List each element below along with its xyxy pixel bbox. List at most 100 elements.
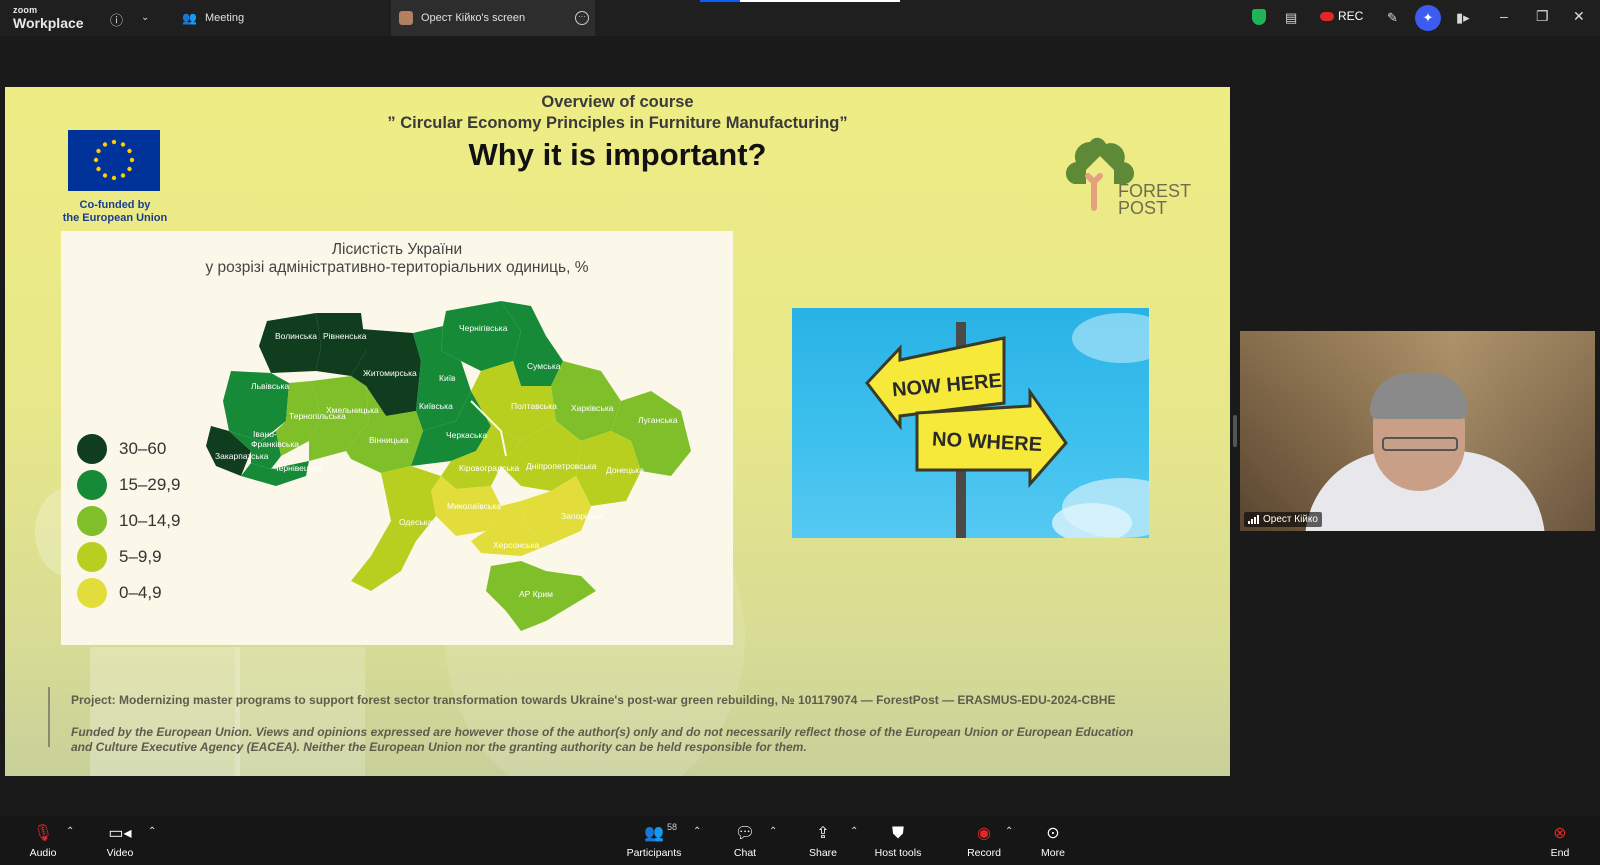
- cloud-recording-status[interactable]: REC: [1320, 9, 1363, 23]
- label-lviv: Львівська: [251, 381, 289, 391]
- record-options-chevron-icon[interactable]: ⌃: [1005, 826, 1013, 837]
- title-bar: zoom Workplace ⓘ ⌄ 👥 Meeting Орест Кійко…: [0, 0, 1600, 36]
- share-button[interactable]: ⇪ Share: [793, 824, 853, 859]
- panel-resize-handle[interactable]: [1233, 415, 1237, 447]
- leave-share-icon[interactable]: ▮▸: [1456, 10, 1470, 26]
- tab-shared-screen[interactable]: Орест Кійко's screen ···: [391, 0, 595, 36]
- signpost-image: NOW HERE NO WHERE: [792, 308, 1149, 538]
- label-ivano-frankivsk-2: Франківська: [251, 439, 299, 449]
- sparkle-icon: ✦: [1422, 10, 1434, 25]
- label-odesa: Одеська: [399, 517, 433, 527]
- host-tools-button[interactable]: ⛊ Host tools: [867, 824, 929, 859]
- audio-button[interactable]: 🎙︎ Audio: [13, 824, 73, 859]
- share-label: Share: [808, 847, 838, 859]
- muted-mic-icon: 🎙︎: [32, 825, 54, 842]
- footer-disclaimer: Funded by the European Union. Views and …: [71, 725, 1134, 754]
- label-vinnytsia: Вінницька: [369, 435, 409, 445]
- end-meeting-button[interactable]: ⊗ End: [1530, 824, 1590, 859]
- legend-label: 30–60: [119, 439, 167, 458]
- legend-label: 15–29,9: [119, 475, 181, 494]
- legend-item: 5–9,9: [77, 539, 180, 575]
- map-legend: 30–60 15–29,9 10–14,9 5–9,9 0–4,9: [77, 431, 180, 611]
- video-label: Video: [106, 847, 134, 859]
- more-options-icon[interactable]: ···: [575, 11, 589, 25]
- map-title: Лісистість України у розрізі адміністрат…: [61, 241, 733, 277]
- map-title-line1: Лісистість України: [331, 241, 463, 258]
- legend-swatch: [77, 506, 107, 536]
- meeting-controls-toolbar: 🎙︎ Audio ⌃ ▭◂ Video ⌃ 👥 Participants 58 …: [0, 816, 1600, 865]
- legend-swatch: [77, 434, 107, 464]
- label-poltava: Полтавська: [511, 401, 557, 411]
- participant-name-tag: Орест Кійко: [1244, 512, 1322, 527]
- eu-caption-line2: the European Union: [62, 212, 168, 224]
- legend-label: 10–14,9: [119, 511, 181, 530]
- more-icon: ⊙: [1046, 825, 1060, 842]
- video-options-chevron-icon[interactable]: ⌃: [148, 826, 156, 837]
- rec-label: REC: [1338, 9, 1364, 23]
- audio-options-chevron-icon[interactable]: ⌃: [66, 826, 74, 837]
- label-zaporizhzhia: Запорізька: [561, 511, 604, 521]
- restore-button[interactable]: ❐: [1536, 8, 1549, 25]
- share-progress-indicator: [700, 0, 900, 2]
- people-icon: 👥: [182, 11, 197, 25]
- avatar: [399, 11, 413, 25]
- chat-icon: 💬︎: [734, 825, 756, 842]
- eu-caption-line1: Co-funded by: [79, 199, 151, 211]
- participants-count: 58: [667, 822, 678, 832]
- more-label: More: [1041, 847, 1065, 859]
- label-kherson: Херсонська: [493, 540, 539, 550]
- legend-swatch: [77, 578, 107, 608]
- label-crimea: АР Крим: [519, 589, 553, 599]
- camera-icon: ▭◂: [108, 825, 132, 842]
- label-rivne: Рівненська: [323, 331, 367, 341]
- ukraine-map: Волинська Рівненська Чернігівська Сумськ…: [206, 301, 691, 631]
- end-icon: ⊗: [1553, 825, 1567, 842]
- chat-options-chevron-icon[interactable]: ⌃: [769, 826, 777, 837]
- label-mykolaiv: Миколаївська: [447, 501, 501, 511]
- label-kyiv: Київська: [419, 401, 453, 411]
- eu-caption: Co-funded by the European Union: [55, 199, 175, 225]
- info-icon[interactable]: ⓘ: [110, 10, 123, 29]
- ai-companion-button[interactable]: ✦: [1415, 5, 1441, 31]
- chevron-down-icon[interactable]: ⌄: [141, 12, 149, 23]
- legend-item: 15–29,9: [77, 467, 180, 503]
- brand-small: zoom: [13, 5, 38, 15]
- notes-icon[interactable]: ▤: [1285, 10, 1297, 26]
- participant-video-tile[interactable]: Орест Кійко: [1240, 331, 1595, 531]
- participants-label: Participants: [626, 847, 682, 859]
- legend-swatch: [77, 470, 107, 500]
- signal-strength-icon: [1248, 515, 1259, 524]
- slide-title-line1: Overview of course: [541, 93, 694, 111]
- forest-post-text: FOREST POST: [1118, 182, 1191, 217]
- close-button[interactable]: ✕: [1573, 8, 1585, 25]
- region-odesa: [351, 466, 441, 591]
- security-shield-icon[interactable]: [1252, 9, 1266, 25]
- tab-meeting[interactable]: 👥 Meeting: [182, 0, 244, 36]
- forest-cover-map-figure: Лісистість України у розрізі адміністрат…: [61, 231, 733, 645]
- footer-project: Project: Modernizing master programs to …: [71, 693, 1116, 707]
- slide-title-line2: ” Circular Economy Principles in Furnitu…: [387, 114, 848, 132]
- tab-screen-label: Орест Кійко's screen: [421, 12, 526, 24]
- chat-label: Chat: [733, 847, 757, 859]
- annotate-pen-icon[interactable]: ✎: [1387, 10, 1398, 26]
- map-title-line2: у розрізі адміністративно-територіальних…: [205, 259, 589, 276]
- share-options-chevron-icon[interactable]: ⌃: [850, 826, 858, 837]
- label-chernivtsi: Чернівецька: [273, 463, 322, 473]
- video-button[interactable]: ▭◂ Video: [90, 824, 150, 859]
- host-tools-label: Host tools: [874, 847, 922, 859]
- label-dnipro: Дніпропетровська: [526, 461, 597, 471]
- more-button[interactable]: ⊙ More: [1023, 824, 1083, 859]
- chat-button[interactable]: 💬︎ Chat: [715, 824, 775, 859]
- label-kirovohrad: Кіровоградська: [459, 463, 520, 473]
- participants-options-chevron-icon[interactable]: ⌃: [693, 826, 701, 837]
- legend-item: 30–60: [77, 431, 180, 467]
- zoom-window: zoom Workplace ⓘ ⌄ 👥 Meeting Орест Кійко…: [0, 0, 1600, 865]
- cloud-record-icon: [1320, 11, 1334, 21]
- label-khmelnytskyi: Хмельницька: [326, 405, 379, 415]
- brand-name: Workplace: [13, 15, 84, 31]
- shared-screen-slide: Overview of course ” Circular Economy Pr…: [5, 87, 1230, 776]
- label-kyiv-city: Київ: [439, 373, 456, 383]
- legend-label: 0–4,9: [119, 583, 162, 602]
- minimize-button[interactable]: –: [1500, 8, 1508, 24]
- legend-swatch: [77, 542, 107, 572]
